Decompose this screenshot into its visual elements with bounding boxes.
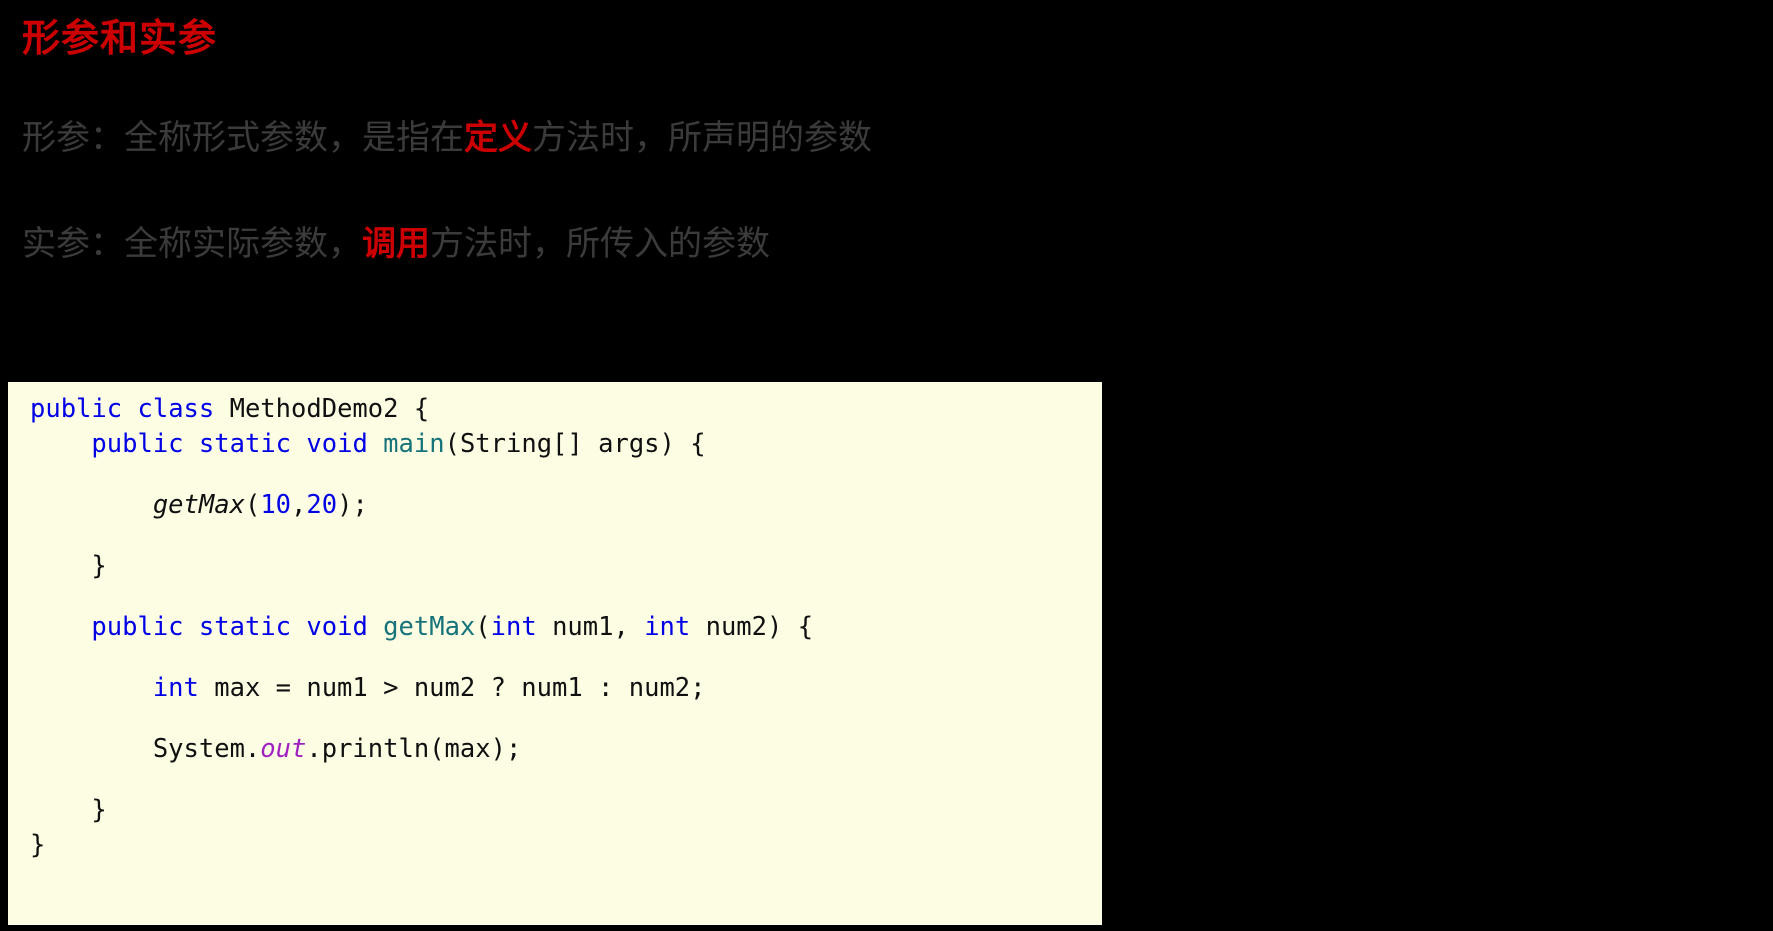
code-token-plain: } [30,830,46,860]
bullet-text: 形参：全称形式参数，是指在 [22,120,464,157]
code-token-kw: public [91,612,184,642]
code-token-plain: .println(max); [306,734,522,764]
code-token-kw: public [91,429,184,459]
code-token-plain: ); [337,490,368,520]
code-line: getMax(10,20); [30,488,1102,523]
bullet-actual-parameter: 实参：全称实际参数，调用方法时，所传入的参数 [22,223,770,267]
code-line: } [30,793,1102,828]
bullet-text: 方法时，所声明的参数 [532,120,872,157]
code-token-plain: ( [475,612,491,642]
code-token-num: 10 [260,490,292,520]
bullet-highlight-text: 调用 [362,226,430,263]
code-token-plain: } [30,795,107,825]
code-line: public static void main(String[] args) { [30,427,1102,462]
code-line: public static void getMax(int num1, int … [30,610,1102,645]
code-line: int max = num1 > num2 ? num1 : num2; [30,671,1102,706]
code-token-plain: ( [244,490,261,520]
code-line: } [30,549,1102,584]
code-token-plain: , [291,490,307,520]
bullet-formal-parameter: 形参：全称形式参数，是指在定义方法时，所声明的参数 [22,117,872,161]
code-token-num: 20 [306,490,338,520]
code-token-plain: (String[] args) { [444,429,706,459]
code-token-kw: void [306,612,368,642]
code-token-plain: System. [30,734,261,764]
code-token-plain: max = num1 > num2 ? num1 : num2; [198,673,706,703]
bullet-highlight-text: 定义 [464,120,532,157]
code-token-call: getMax [152,490,245,520]
code-token-plain: MethodDemo2 { [214,394,430,424]
bullet-text: 方法时，所传入的参数 [430,226,770,263]
code-line: } [30,828,1102,863]
code-token-plain: } [30,551,107,581]
code-token-method: getMax [383,612,476,642]
code-token-type: int [644,612,691,642]
code-token-plain: num2) { [690,612,814,642]
code-token-kw: static [198,429,292,459]
code-token-kw: public [30,394,123,424]
code-listing[interactable]: public class MethodDemo2 { public static… [8,392,1102,863]
code-token-kw: static [198,612,292,642]
code-token-type: int [152,673,199,703]
code-token-field: out [260,734,307,764]
code-line: public class MethodDemo2 { [30,392,1102,427]
code-token-method: main [383,429,445,459]
code-token-type: int [490,612,537,642]
page-title: 形参和实参 [22,18,218,60]
code-token-kw: class [137,394,215,424]
code-block-methoddemo2: public class MethodDemo2 { public static… [8,382,1102,925]
code-token-plain: num1, [536,612,645,642]
code-token-kw: void [306,429,368,459]
code-line: System.out.println(max); [30,732,1102,767]
bullet-text: 实参：全称实际参数， [22,226,362,263]
